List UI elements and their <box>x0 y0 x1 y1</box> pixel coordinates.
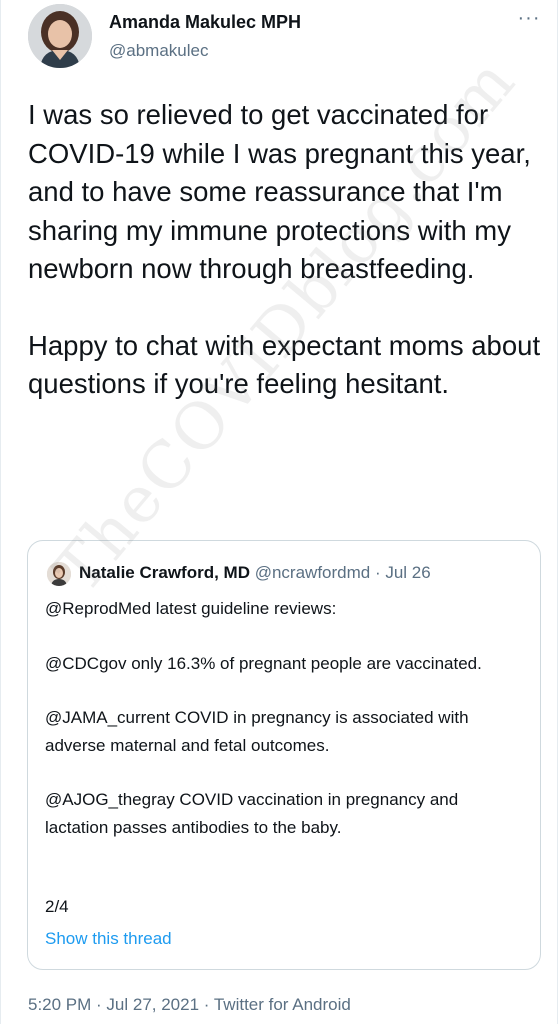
quoted-paragraph: @AJOG_thegray COVID vaccination in pregn… <box>45 790 459 837</box>
show-thread-link[interactable]: Show this thread <box>45 929 172 949</box>
tweet-paragraph: Happy to chat with expectant moms about … <box>28 329 541 400</box>
quoted-person-avatar-icon <box>47 562 71 586</box>
quoted-tweet-body: @ReprodMed latest guideline reviews: @CD… <box>45 595 525 841</box>
quoted-author-name: Natalie Crawford, MD <box>79 563 250 582</box>
tweet-timestamp[interactable]: 5:20 PM · Jul 27, 2021 · Twitter for And… <box>28 995 351 1015</box>
quoted-author-meta: @ncrawfordmd · Jul 26 <box>254 563 431 582</box>
tweet-card: Amanda Makulec MPH @abmakulec ··· I was … <box>0 0 558 1024</box>
quoted-paragraph: @JAMA_current COVID in pregnancy is asso… <box>45 708 469 755</box>
author-handle[interactable]: @abmakulec <box>109 41 208 61</box>
author-avatar[interactable] <box>28 4 92 68</box>
tweet-text: I was so relieved to get vaccinated for … <box>28 96 543 404</box>
quoted-tweet[interactable]: Natalie Crawford, MD @ncrawfordmd · Jul … <box>27 540 541 970</box>
quoted-tweet-header: Natalie Crawford, MD @ncrawfordmd · Jul … <box>79 563 431 583</box>
person-avatar-icon <box>28 4 92 68</box>
thread-page-indicator: 2/4 <box>45 897 69 916</box>
quoted-author-avatar <box>47 562 71 586</box>
more-options-icon[interactable]: ··· <box>516 8 542 28</box>
quoted-paragraph: @ReprodMed latest guideline reviews: <box>45 599 337 618</box>
author-name[interactable]: Amanda Makulec MPH <box>109 12 301 33</box>
quoted-paragraph: @CDCgov only 16.3% of pregnant people ar… <box>45 653 482 673</box>
tweet-paragraph: I was so relieved to get vaccinated for … <box>28 99 531 284</box>
